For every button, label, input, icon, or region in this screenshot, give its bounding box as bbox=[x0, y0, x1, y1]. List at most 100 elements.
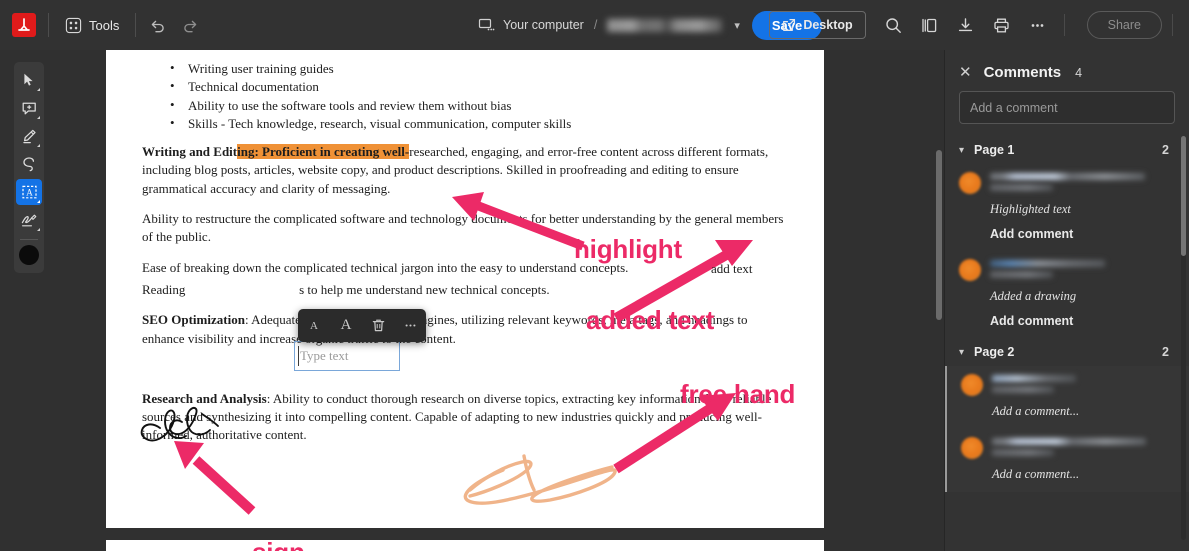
comment-card[interactable]: Added a drawing Add comment bbox=[945, 251, 1189, 338]
comment-card[interactable]: Add a comment... bbox=[945, 429, 1189, 492]
paragraph-writing-label: Writing and Edit bbox=[142, 144, 238, 160]
tool-corner-indicator bbox=[37, 228, 40, 231]
color-swatch-black[interactable] bbox=[19, 245, 39, 265]
comments-scrollbar-thumb[interactable] bbox=[1181, 136, 1186, 256]
comments-header: ✕ Comments 4 bbox=[945, 50, 1189, 91]
comment-author-redacted bbox=[990, 172, 1175, 195]
comment-group-label: Page 2 bbox=[974, 345, 1015, 359]
comment-body: Add a comment... bbox=[992, 404, 1080, 418]
comment-author-redacted bbox=[990, 259, 1175, 282]
add-comment-input[interactable]: Add a comment bbox=[959, 91, 1175, 124]
pdf-page-1: Writing user training guides Technical d… bbox=[106, 50, 824, 528]
text-annotation-input[interactable]: Type text bbox=[294, 341, 400, 371]
comment-body: Highlighted text bbox=[990, 202, 1071, 216]
comment-group-header-page-2[interactable]: ▾ Page 2 2 bbox=[945, 338, 1189, 366]
avatar bbox=[961, 374, 983, 396]
path-separator: / bbox=[593, 18, 598, 32]
paragraph-reading-b: s to help me understand new technical co… bbox=[299, 281, 550, 297]
increase-font-size-button[interactable]: A bbox=[333, 313, 359, 339]
undo-arrow-icon[interactable] bbox=[148, 16, 167, 35]
add-comment-link[interactable]: Add comment bbox=[990, 227, 1175, 241]
comment-tool[interactable] bbox=[16, 95, 42, 121]
undo-redo-group bbox=[148, 16, 200, 35]
comment-author-redacted bbox=[992, 437, 1175, 460]
your-computer-icon bbox=[478, 17, 495, 34]
close-icon[interactable]: ✕ bbox=[959, 65, 972, 80]
comment-author-row bbox=[959, 172, 1175, 195]
redo-arrow-icon[interactable] bbox=[181, 16, 200, 35]
highlighted-text-run[interactable]: ing: Proficient in creating well- bbox=[237, 144, 410, 160]
chevron-down-icon[interactable]: ▾ bbox=[730, 17, 744, 34]
add-comment-link[interactable]: Add comment bbox=[990, 314, 1175, 328]
comment-author-redacted bbox=[992, 374, 1175, 397]
acrobat-window: Tools Your computer / ▾ Save Desktop Sha… bbox=[0, 0, 1189, 551]
document-viewport[interactable]: Writing user training guides Technical d… bbox=[56, 50, 944, 551]
chevron-down-icon[interactable]: ▾ bbox=[959, 145, 964, 156]
avatar bbox=[959, 172, 981, 194]
comments-count: 4 bbox=[1075, 65, 1083, 80]
freehand-tool[interactable] bbox=[16, 151, 42, 177]
signature-pen-icon bbox=[21, 214, 37, 227]
more-horizontal-icon[interactable] bbox=[397, 313, 423, 339]
select-tool[interactable] bbox=[16, 67, 42, 93]
text-format-floating-toolbar: A A bbox=[298, 309, 426, 342]
avatar bbox=[961, 437, 983, 459]
share-button[interactable]: Share bbox=[1086, 11, 1162, 39]
page-thumbnails-icon[interactable] bbox=[914, 9, 946, 41]
more-horizontal-icon[interactable] bbox=[1022, 9, 1054, 41]
tool-corner-indicator bbox=[37, 200, 40, 203]
comments-list[interactable]: ▾ Page 1 2 Highlighted text Add comment bbox=[945, 136, 1189, 540]
tools-label: Tools bbox=[89, 17, 120, 33]
toolbar-divider-3 bbox=[1063, 14, 1065, 36]
open-external-icon bbox=[783, 18, 796, 31]
comment-group-header-page-1[interactable]: ▾ Page 1 2 bbox=[945, 136, 1189, 164]
tool-corner-indicator bbox=[37, 116, 40, 119]
comment-group-count: 2 bbox=[1162, 345, 1169, 359]
desktop-button[interactable]: Desktop bbox=[769, 11, 866, 39]
your-computer-label: Your computer bbox=[503, 18, 584, 32]
desktop-label: Desktop bbox=[803, 18, 853, 32]
comment-card[interactable]: Highlighted text Add comment bbox=[945, 164, 1189, 251]
decrease-font-size-button[interactable]: A bbox=[301, 313, 327, 339]
add-text-tool[interactable]: A bbox=[16, 179, 42, 205]
search-icon[interactable] bbox=[878, 9, 910, 41]
highlighter-pen-icon bbox=[22, 129, 36, 143]
highlight-tool[interactable] bbox=[16, 123, 42, 149]
comment-body: Add a comment... bbox=[992, 467, 1080, 481]
comment-group-count: 2 bbox=[1162, 143, 1169, 157]
text-annotation-placeholder: Type text bbox=[300, 348, 349, 363]
skills-bullet-list: Writing user training guides Technical d… bbox=[142, 59, 788, 133]
text-caret bbox=[298, 346, 299, 366]
sign-tool[interactable] bbox=[16, 207, 42, 233]
tool-corner-indicator bbox=[37, 144, 40, 147]
comment-author-row bbox=[961, 374, 1175, 397]
chevron-down-icon[interactable]: ▾ bbox=[959, 347, 964, 358]
avatar bbox=[959, 259, 981, 281]
toolbar-left-group: Tools bbox=[0, 12, 200, 39]
filename-redacted[interactable] bbox=[607, 18, 723, 32]
anno-label-sign: sign bbox=[252, 537, 305, 551]
print-icon[interactable] bbox=[986, 9, 1018, 41]
paragraph-writing-editing: Writing and Editing: Proficient in creat… bbox=[142, 143, 788, 198]
list-item: Writing user training guides bbox=[142, 59, 788, 78]
toolbar-divider bbox=[48, 13, 49, 37]
toolbar-right-group: Desktop Share bbox=[769, 0, 1179, 50]
tool-rail-divider bbox=[20, 239, 38, 240]
paragraph-reading-a: Reading bbox=[142, 281, 189, 297]
add-comment-bubble-icon bbox=[22, 102, 36, 114]
list-item: Technical documentation bbox=[142, 77, 788, 96]
acrobat-logo-icon[interactable] bbox=[12, 13, 36, 37]
pdf-page-2 bbox=[106, 540, 824, 551]
comment-body: Added a drawing bbox=[990, 289, 1077, 303]
download-icon[interactable] bbox=[950, 9, 982, 41]
toolbar-divider-2 bbox=[135, 13, 137, 37]
comments-panel: ✕ Comments 4 Add a comment ▾ Page 1 2 Hi… bbox=[944, 50, 1189, 551]
anno-label-highlight: highlight bbox=[574, 234, 682, 264]
cursor-arrow-icon bbox=[24, 73, 33, 86]
document-scrollbar-thumb[interactable] bbox=[936, 150, 942, 320]
anno-label-free-hand: free hand bbox=[680, 379, 796, 409]
trash-icon[interactable] bbox=[365, 313, 391, 339]
tools-button[interactable]: Tools bbox=[61, 12, 123, 39]
comment-author-row bbox=[959, 259, 1175, 282]
comment-card[interactable]: Add a comment... bbox=[945, 366, 1189, 429]
